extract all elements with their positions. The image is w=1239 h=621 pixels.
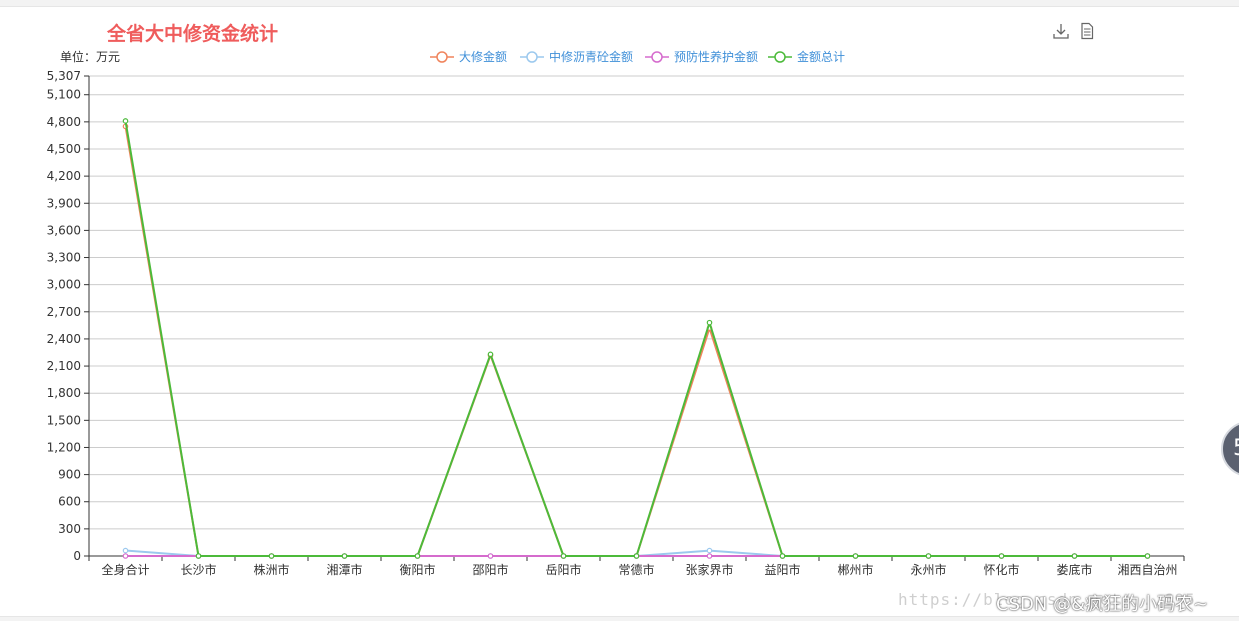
line-chart: 0 300 600 900 1,200 1,500 1,800 2,100 2,400 2,700… [47, 49, 1185, 577]
y-tick-label: 4,200 [47, 169, 81, 183]
y-tick-label: 5,100 [47, 88, 81, 102]
y-tick-label: 1,500 [47, 413, 81, 427]
data-point [341, 553, 348, 559]
data-point [706, 547, 713, 554]
x-tick-label: 衡阳市 [399, 562, 435, 577]
y-tick-label: 900 [58, 468, 81, 482]
y-tick-label: 4,500 [47, 142, 81, 156]
series-line [124, 126, 1148, 557]
legend-label: 预防性养护金额 [674, 49, 758, 64]
data-point [195, 553, 202, 559]
x-tick-label: 益阳市 [764, 562, 800, 577]
x-tick-label: 长沙市 [180, 562, 216, 577]
x-tick-label: 永州市 [910, 562, 946, 577]
data-point [122, 118, 129, 124]
y-tick-label: 5,307 [47, 69, 81, 83]
legend-marker [774, 51, 786, 63]
y-tick-label: 3,900 [47, 196, 81, 210]
data-point [998, 553, 1005, 559]
data-point [487, 553, 494, 559]
y-tick-label: 3,600 [47, 223, 81, 237]
legend-label: 大修金额 [459, 49, 507, 64]
data-point [560, 553, 567, 559]
legend-marker [526, 51, 538, 63]
y-tick-label: 2,700 [47, 305, 81, 319]
data-point [268, 553, 275, 559]
y-tick-label: 2,400 [47, 332, 81, 346]
x-tick-label: 全身合计 [101, 562, 149, 577]
legend-label: 金额总计 [797, 49, 845, 64]
y-tick-label: 2,100 [47, 359, 81, 373]
watermark-csdn: CSDN @&疯狂的小码农~ [996, 594, 1209, 615]
x-tick-label: 湘潭市 [326, 562, 362, 577]
data-point [706, 553, 713, 559]
data-point [1071, 553, 1078, 559]
data-point [633, 553, 640, 559]
x-tick-label: 郴州市 [837, 562, 873, 577]
x-tick-label: 娄底市 [1056, 562, 1092, 577]
legend-marker [651, 51, 663, 63]
y-tick-label: 4,800 [47, 115, 81, 129]
data-point [122, 553, 129, 559]
data-point [779, 553, 786, 559]
data-point [925, 553, 932, 559]
y-tick-label: 1,800 [47, 386, 81, 400]
data-point [852, 553, 859, 559]
x-tick-label: 张家界市 [685, 562, 733, 577]
data-point [1144, 553, 1151, 559]
legend-label: 中修沥青砼金额 [549, 49, 633, 64]
x-tick-label: 常德市 [618, 562, 654, 577]
legend-marker [436, 51, 448, 63]
x-tick-label: 邵阳市 [472, 562, 508, 577]
data-point [414, 553, 421, 559]
y-tick-label: 0 [73, 549, 81, 563]
x-tick-label: 株洲市 [253, 562, 289, 577]
data-point [706, 319, 713, 326]
x-tick-label: 湘西自治州 [1117, 562, 1177, 577]
y-tick-label: 3,000 [47, 278, 81, 292]
data-point [122, 547, 129, 554]
y-tick-label: 3,300 [47, 251, 81, 265]
y-tick-label: 600 [58, 495, 81, 509]
y-tick-label: 300 [58, 522, 81, 536]
data-point [487, 351, 494, 358]
y-tick-label: 1,200 [47, 440, 81, 454]
x-tick-label: 怀化市 [983, 562, 1019, 577]
x-tick-label: 岳阳市 [545, 562, 581, 577]
